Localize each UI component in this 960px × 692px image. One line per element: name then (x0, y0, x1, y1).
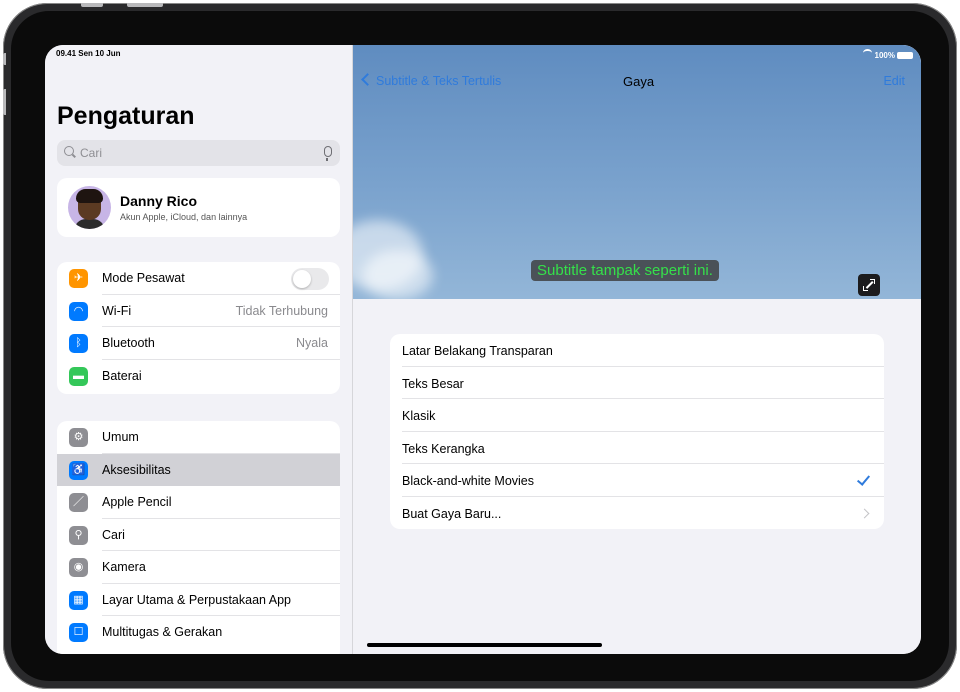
home-screen-icon: ▦ (69, 590, 88, 610)
nav-title: Gaya (623, 74, 655, 89)
sidebar-item-umum[interactable]: ⚙ Umum (57, 421, 340, 454)
sidebar-item-kamera[interactable]: ◉ Kamera (57, 551, 340, 584)
profile-name: Danny Rico (120, 193, 198, 209)
list-item[interactable]: Latar Belakang Transparan (390, 334, 884, 367)
chevron-right-icon (859, 508, 870, 518)
subtitle-sample-text: Subtitle tampak seperti ini. (531, 260, 719, 281)
camera-icon: ◉ (69, 558, 88, 577)
search-icon (64, 146, 74, 156)
list-item[interactable]: Teks Kerangka (390, 432, 884, 464)
create-new-style-item[interactable]: Buat Gaya Baru... (390, 497, 884, 530)
sidebar-item-cari[interactable]: ⚲ Cari (57, 519, 340, 551)
avatar (68, 186, 111, 229)
list-item-label: Teks Besar (402, 376, 464, 391)
search-field[interactable]: Cari (57, 140, 340, 166)
wifi-icon: ◠ (69, 301, 88, 321)
detail-pane: 100% Subtitle & Teks Tertulis Gaya Edit … (353, 45, 921, 654)
screen: 09.41 Sen 10 Jun Pengaturan Cari Danny R… (45, 45, 921, 654)
side-button (3, 53, 6, 65)
settings-sidebar: 09.41 Sen 10 Jun Pengaturan Cari Danny R… (45, 45, 353, 654)
sidebar-item-label: Aksesibilitas (102, 462, 171, 477)
sidebar-item-bluetooth[interactable]: ᛒ Bluetooth Nyala (57, 327, 340, 360)
airplane-mode-toggle[interactable] (291, 268, 329, 290)
battery-status-icon (897, 52, 913, 59)
ipad-device-frame: 09.41 Sen 10 Jun Pengaturan Cari Danny R… (3, 3, 957, 689)
style-list: Latar Belakang Transparan Teks Besar Kla… (390, 334, 884, 529)
list-item[interactable]: Black-and-white Movies (390, 464, 884, 497)
status-date: Sen 10 Jun (78, 49, 121, 58)
battery-icon: ▬ (69, 366, 88, 386)
pencil-icon: ／ (69, 493, 88, 512)
gear-icon: ⚙ (69, 428, 88, 447)
top-button (127, 3, 163, 7)
subtitle-preview: 100% Subtitle & Teks Tertulis Gaya Edit … (353, 45, 921, 299)
bluetooth-icon: ᛒ (69, 334, 88, 353)
sidebar-item-layar-utama[interactable]: ▦ Layar Utama & Perpustakaan App (57, 584, 340, 616)
list-item-label: Buat Gaya Baru... (402, 506, 502, 521)
wifi-status-icon (862, 49, 872, 57)
connectivity-group: ✈ Mode Pesawat ◠ Wi-Fi Tidak Terhubung ᛒ… (57, 262, 340, 394)
sidebar-item-label: Cari (102, 527, 125, 542)
status-bar-right: 100% (862, 49, 913, 60)
back-button-label: Subtitle & Teks Tertulis (376, 74, 502, 88)
accessibility-icon: ♿ (69, 460, 88, 480)
sidebar-item-label: Baterai (102, 368, 142, 383)
profile-subtitle: Akun Apple, iCloud, dan lainnya (120, 212, 248, 222)
sidebar-item-value: Nyala (296, 336, 328, 350)
expand-icon[interactable] (858, 274, 880, 296)
sidebar-item-baterai[interactable]: ▬ Baterai (57, 360, 340, 393)
list-item-label: Black-and-white Movies (402, 474, 534, 488)
sidebar-item-label: Umum (102, 430, 139, 444)
sidebar-item-wifi[interactable]: ◠ Wi-Fi Tidak Terhubung (57, 295, 340, 327)
general-group: ⚙ Umum ♿ Aksesibilitas ／ Apple Pencil ⚲ … (57, 421, 340, 654)
airplane-icon: ✈ (69, 269, 88, 288)
checkmark-icon (856, 472, 871, 486)
sidebar-item-multitugas[interactable]: ☐ Multitugas & Gerakan (57, 616, 340, 649)
list-item-label: Klasik (402, 409, 436, 423)
status-time: 09.41 (56, 49, 77, 58)
list-item-label: Teks Kerangka (402, 441, 485, 456)
list-item[interactable]: Teks Besar (390, 367, 884, 399)
sidebar-item-aksesibilitas[interactable]: ♿ Aksesibilitas (57, 453, 340, 486)
sidebar-item-label: Multitugas & Gerakan (102, 625, 223, 639)
battery-percent: 100% (874, 51, 895, 60)
search-placeholder: Cari (80, 146, 103, 160)
sidebar-item-mode-pesawat[interactable]: ✈ Mode Pesawat (57, 262, 340, 295)
microphone-icon[interactable] (324, 146, 332, 161)
list-item[interactable]: Klasik (390, 399, 884, 432)
edit-button[interactable]: Edit (883, 74, 905, 88)
sidebar-item-label: Mode Pesawat (102, 271, 185, 285)
sidebar-item-label: Kamera (102, 560, 146, 574)
list-item-label: Latar Belakang Transparan (402, 344, 553, 358)
sidebar-item-value: Tidak Terhubung (235, 303, 328, 318)
back-button[interactable]: Subtitle & Teks Tertulis (361, 73, 502, 88)
status-bar-left: 09.41 Sen 10 Jun (56, 49, 121, 58)
search-icon: ⚲ (69, 525, 88, 545)
apple-account-card[interactable]: Danny Rico Akun Apple, iCloud, dan lainn… (57, 178, 340, 237)
sidebar-item-label: Wi-Fi (102, 303, 132, 318)
page-title: Pengaturan (57, 102, 195, 130)
side-button (3, 89, 6, 115)
sidebar-item-label: Layar Utama & Perpustakaan App (102, 592, 292, 607)
home-indicator[interactable] (367, 643, 602, 647)
sidebar-item-label: Apple Pencil (102, 495, 172, 509)
multitasking-icon: ☐ (69, 623, 88, 642)
chevron-left-icon (361, 73, 374, 86)
top-button (81, 3, 103, 7)
sidebar-item-apple-pencil[interactable]: ／ Apple Pencil (57, 486, 340, 519)
sidebar-item-label: Bluetooth (102, 336, 155, 350)
